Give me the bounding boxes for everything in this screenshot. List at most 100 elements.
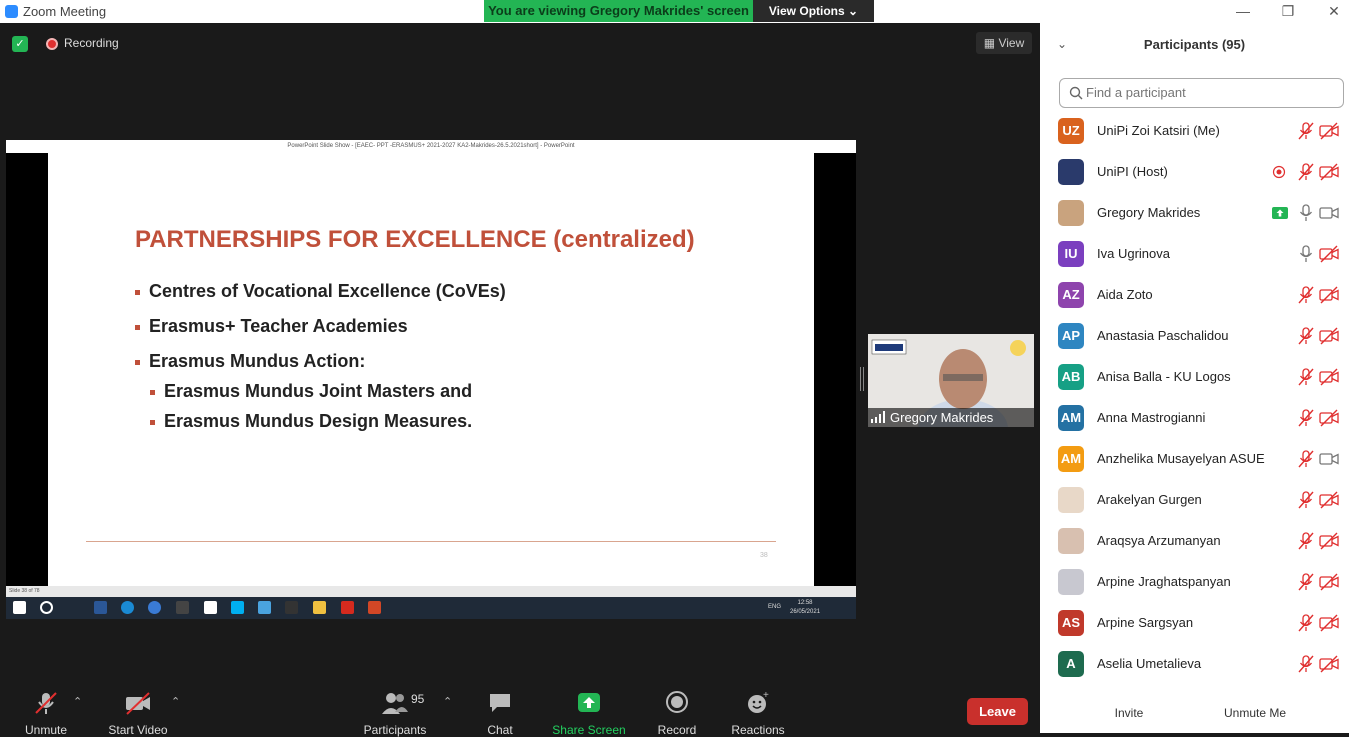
video-camera-off-icon[interactable] <box>1319 573 1339 591</box>
video-camera-off-icon[interactable] <box>1319 122 1339 140</box>
invite-button[interactable]: Invite <box>1094 703 1164 723</box>
participant-row[interactable]: AB Anisa Balla - KU Logos <box>1040 357 1349 398</box>
video-camera-off-icon[interactable] <box>1319 655 1339 673</box>
video-camera-off-icon[interactable] <box>1319 409 1339 427</box>
slide-sub-bullet: Erasmus Mundus Design Measures. <box>150 411 472 432</box>
participants-options-chevron-icon[interactable]: ⌃ <box>443 695 452 708</box>
video-camera-off-icon[interactable] <box>1319 245 1339 263</box>
microphone-muted-icon[interactable] <box>1297 450 1315 468</box>
leave-button[interactable]: Leave <box>967 698 1028 725</box>
slide-divider <box>86 541 776 542</box>
avatar: AB <box>1058 364 1084 390</box>
microphone-muted-icon[interactable] <box>1297 655 1315 673</box>
reactions-button[interactable]: + Reactions <box>730 690 786 737</box>
video-camera-off-icon[interactable] <box>1319 491 1339 509</box>
microphone-muted-icon[interactable] <box>1297 368 1315 386</box>
taskbar-clock: 12:58 26/05/2021 <box>790 600 821 615</box>
slide-bullet: Centres of Vocational Excellence (CoVEs) <box>135 281 506 302</box>
participant-name: Anisa Balla - KU Logos <box>1097 369 1231 384</box>
microphone-muted-icon[interactable] <box>1297 327 1315 345</box>
windows-start-icon <box>13 601 26 614</box>
minimize-icon[interactable]: — <box>1233 2 1253 20</box>
avatar: AP <box>1058 323 1084 349</box>
view-button[interactable]: ▦ View <box>976 32 1032 54</box>
view-options-label: View Options <box>768 4 845 18</box>
participant-row[interactable]: UniPI (Host) <box>1040 152 1349 193</box>
participant-row[interactable]: AM Anna Mastrogianni <box>1040 398 1349 439</box>
signal-strength-icon <box>871 411 885 423</box>
video-camera-icon[interactable] <box>1319 204 1339 222</box>
record-button[interactable]: Record <box>656 690 698 737</box>
participant-row[interactable]: AM Anzhelika Musayelyan ASUE <box>1040 439 1349 480</box>
participant-row[interactable]: A Aselia Umetalieva <box>1040 644 1349 685</box>
participants-button[interactable]: 95 Participants <box>360 690 430 737</box>
resize-handle[interactable] <box>860 367 864 391</box>
video-camera-off-icon[interactable] <box>1319 532 1339 550</box>
microphone-muted-icon[interactable] <box>1297 573 1315 591</box>
avatar: A <box>1058 651 1084 677</box>
participant-row[interactable]: AP Anastasia Paschalidou <box>1040 316 1349 357</box>
participants-panel-title: Participants (95) <box>1143 37 1246 52</box>
skype-icon <box>231 601 244 614</box>
participant-row[interactable]: IU Iva Ugrinova <box>1040 234 1349 275</box>
participant-row[interactable]: Arpine Jraghatspanyan <box>1040 562 1349 603</box>
view-options-button[interactable]: View Options ⌄ <box>753 0 874 22</box>
screen-sharing-icon <box>1272 206 1288 220</box>
audio-options-chevron-icon[interactable]: ⌃ <box>73 695 82 708</box>
avatar: UZ <box>1058 118 1084 144</box>
grid-icon: ▦ <box>983 36 996 50</box>
edge-icon <box>121 601 134 614</box>
microphone-muted-icon[interactable] <box>1297 286 1315 304</box>
video-camera-off-icon[interactable] <box>1319 327 1339 345</box>
share-screen-button[interactable]: Share Screen <box>552 690 626 737</box>
close-icon[interactable]: ✕ <box>1324 2 1344 20</box>
video-camera-off-icon[interactable] <box>1319 286 1339 304</box>
microphone-icon[interactable] <box>1297 245 1315 263</box>
window-title: Zoom Meeting <box>23 4 107 19</box>
recording-status-icon <box>1272 165 1286 179</box>
microphone-muted-icon[interactable] <box>1297 614 1315 632</box>
participant-row[interactable]: AS Arpine Sargsyan <box>1040 603 1349 644</box>
video-options-chevron-icon[interactable]: ⌃ <box>171 695 180 708</box>
participant-name: Aida Zoto <box>1097 287 1153 302</box>
participant-row[interactable]: AZ Aida Zoto <box>1040 275 1349 316</box>
window-controls: — ❐ ✕ <box>1040 0 1349 23</box>
avatar: AZ <box>1058 282 1084 308</box>
participant-name: Araqsya Arzumanyan <box>1097 533 1221 548</box>
chat-button[interactable]: Chat <box>480 690 520 737</box>
unmute-label: Unmute <box>24 723 68 737</box>
powerpoint-icon <box>368 601 381 614</box>
unmute-me-button[interactable]: Unmute Me <box>1218 703 1292 723</box>
microphone-muted-icon[interactable] <box>1297 409 1315 427</box>
microphone-muted-icon[interactable] <box>1297 532 1315 550</box>
avatar <box>1058 487 1084 513</box>
unmute-button[interactable]: Unmute <box>22 690 70 737</box>
word-icon <box>94 601 107 614</box>
microphone-muted-icon[interactable] <box>1297 491 1315 509</box>
microphone-icon[interactable] <box>1297 204 1315 222</box>
app-icon <box>176 601 189 614</box>
start-video-label: Start Video <box>108 723 168 737</box>
microphone-muted-icon[interactable] <box>1297 122 1315 140</box>
encryption-shield-icon[interactable]: ✓ <box>12 36 28 52</box>
participant-name: Arpine Jraghatspanyan <box>1097 574 1231 589</box>
microphone-muted-icon[interactable] <box>1297 163 1315 181</box>
view-label: View <box>998 36 1025 50</box>
start-video-button[interactable]: Start Video <box>106 690 170 737</box>
video-camera-off-icon[interactable] <box>1319 163 1339 181</box>
participant-row[interactable]: Araqsya Arzumanyan <box>1040 521 1349 562</box>
search-participant-input[interactable] <box>1086 85 1336 100</box>
video-camera-icon[interactable] <box>1319 450 1339 468</box>
avatar <box>1058 159 1084 185</box>
participant-row[interactable]: Arakelyan Gurgen <box>1040 480 1349 521</box>
chat-icon <box>490 694 510 712</box>
video-camera-off-icon[interactable] <box>1319 614 1339 632</box>
participant-row[interactable]: Gregory Makrides <box>1040 193 1349 234</box>
participant-name: Arakelyan Gurgen <box>1097 492 1202 507</box>
maximize-icon[interactable]: ❐ <box>1278 2 1298 20</box>
slide-sub-bullet: Erasmus Mundus Joint Masters and <box>150 381 472 402</box>
avatar <box>1058 528 1084 554</box>
video-camera-off-icon[interactable] <box>1319 368 1339 386</box>
participant-row[interactable]: UZ UniPi Zoi Katsiri (Me) <box>1040 111 1349 152</box>
chevron-down-icon: ⌄ <box>848 4 859 18</box>
